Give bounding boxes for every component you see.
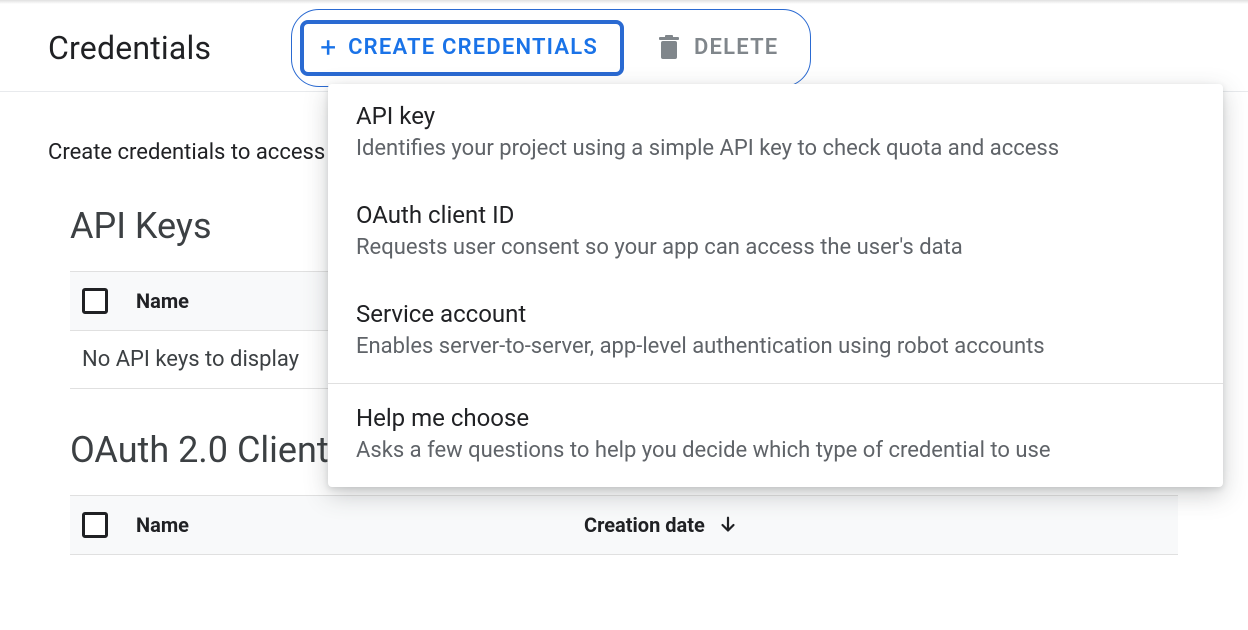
delete-button[interactable]: DELETE <box>658 35 778 61</box>
column-header-date-label: Creation date <box>584 513 705 537</box>
header-action-group: + CREATE CREDENTIALS DELETE <box>291 9 811 87</box>
menu-item-title: Help me choose <box>356 404 1195 432</box>
page-title: Credentials <box>48 29 211 67</box>
menu-item-title: OAuth client ID <box>356 201 1195 229</box>
menu-item-desc: Asks a few questions to help you decide … <box>356 438 1195 463</box>
delete-label: DELETE <box>694 35 778 60</box>
menu-item-oauth-client-id[interactable]: OAuth client ID Requests user consent so… <box>328 183 1223 282</box>
menu-item-desc: Requests user consent so your app can ac… <box>356 235 1195 260</box>
trash-icon <box>658 35 680 61</box>
column-header-name[interactable]: Name <box>136 513 556 537</box>
menu-item-desc: Identifies your project using a simple A… <box>356 136 1195 161</box>
menu-item-api-key[interactable]: API key Identifies your project using a … <box>328 84 1223 183</box>
menu-item-desc: Enables server-to-server, app-level auth… <box>356 334 1195 359</box>
plus-icon: + <box>320 34 336 62</box>
oauth-table-header: Name Creation date <box>70 495 1178 555</box>
select-all-checkbox[interactable] <box>82 512 108 538</box>
arrow-down-icon <box>717 514 739 536</box>
menu-separator <box>328 383 1223 384</box>
column-header-creation-date[interactable]: Creation date <box>584 513 739 537</box>
create-credentials-button[interactable]: + CREATE CREDENTIALS <box>300 20 624 76</box>
menu-item-title: Service account <box>356 300 1195 328</box>
select-all-checkbox[interactable] <box>82 288 108 314</box>
create-credentials-label: CREATE CREDENTIALS <box>348 35 598 60</box>
page-header: Credentials + CREATE CREDENTIALS DELETE <box>0 4 1248 92</box>
menu-item-title: API key <box>356 102 1195 130</box>
menu-item-service-account[interactable]: Service account Enables server-to-server… <box>328 282 1223 381</box>
menu-item-help-me-choose[interactable]: Help me choose Asks a few questions to h… <box>328 386 1223 485</box>
create-credentials-menu: API key Identifies your project using a … <box>328 84 1223 487</box>
